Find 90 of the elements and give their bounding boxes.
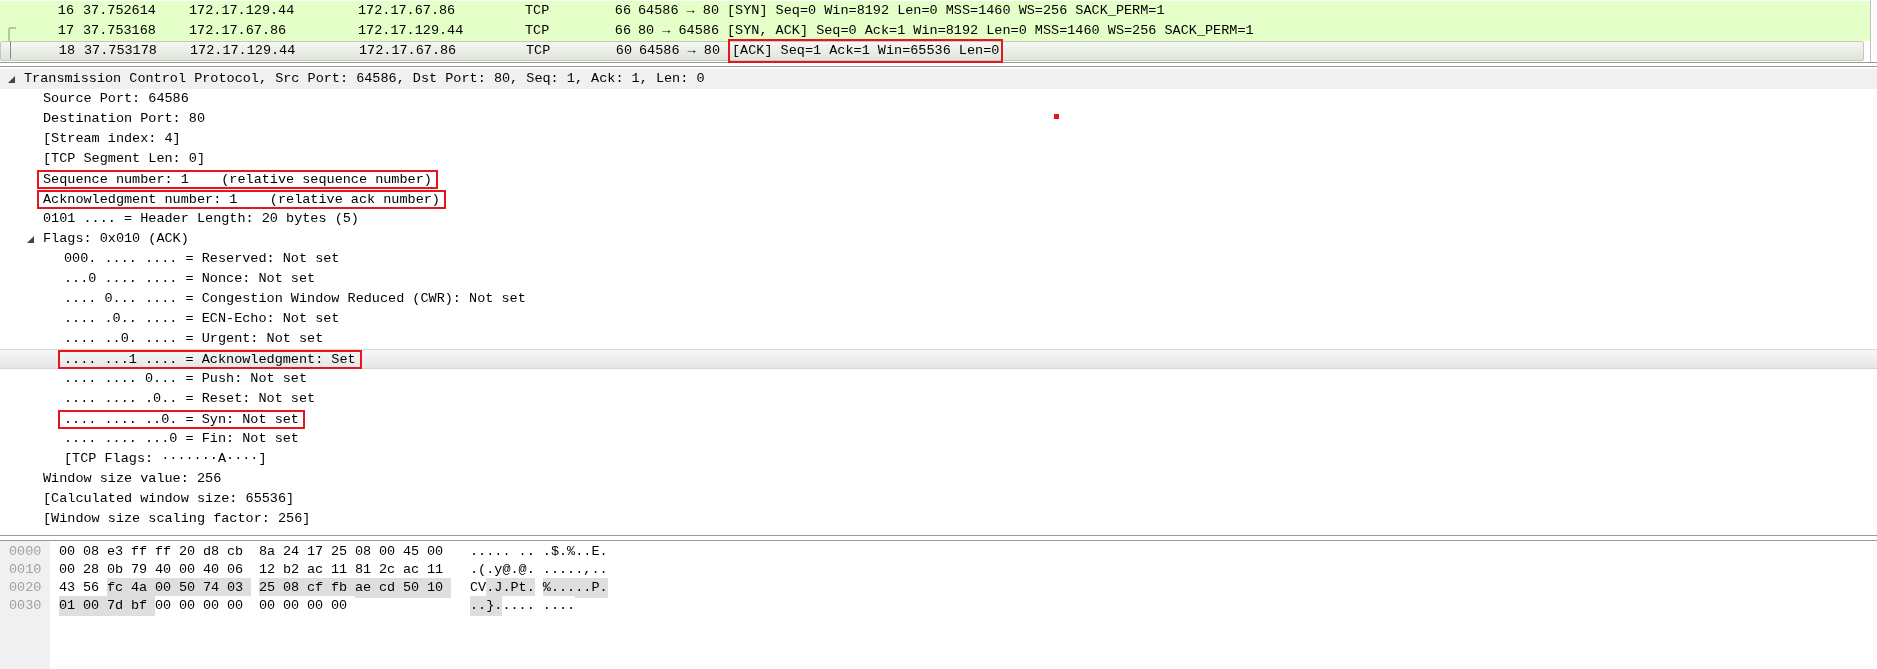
packet-destination: 172.17.67.86 <box>358 1 457 20</box>
tree-row-text: .... .... ...0 = Fin: Not set <box>64 429 299 448</box>
packet-destination: 172.17.129.44 <box>358 21 465 40</box>
hex-byte[interactable]: 7d <box>107 595 131 617</box>
packet-source: 172.17.67.86 <box>189 21 288 40</box>
tree-row-text: .... .... 0... = Push: Not set <box>64 369 308 388</box>
ascii-text[interactable]: ..}. <box>470 595 503 617</box>
expanded-triangle-icon[interactable] <box>8 75 15 83</box>
packet-length: 60 <box>614 41 632 60</box>
tree-row[interactable]: 000. .... .... = Reserved: Not set <box>0 249 1877 269</box>
hex-offset: 0030 <box>8 596 43 615</box>
packet-protocol: TCP <box>525 21 551 40</box>
expanded-triangle-icon[interactable] <box>27 235 34 243</box>
packet-info-ports: 64586 → 80 <box>638 1 719 20</box>
tree-row-text: Acknowledgment number: 1 (relative ack number) <box>37 189 446 209</box>
packet-info-ports: 64586 → 80 <box>639 41 720 60</box>
tree-row-text: .... ..0. .... = Urgent: Not set <box>64 329 324 348</box>
hex-offset: 0010 <box>8 560 43 579</box>
tree-row-text: ...0 .... .... = Nonce: Not set <box>64 269 316 288</box>
tree-row-text: [Calculated window size: 65536] <box>43 489 295 508</box>
tree-row[interactable]: Flags: 0x010 (ACK) <box>0 229 1877 249</box>
tree-row-text: Transmission Control Protocol, Src Port: 64586, Dst Port: 80, Seq: 1, Ack: 1, Len: 0 <box>24 69 705 88</box>
tree-row[interactable]: 0101 .... = Header Length: 20 bytes (5) <box>0 209 1877 229</box>
tree-row-text: [Window size scaling factor: 256] <box>43 509 311 528</box>
packet-time: 37.753168 <box>83 21 157 40</box>
hex-byte[interactable]: 00 <box>83 595 107 617</box>
packet-info-ports: 80 → 64586 <box>638 21 719 40</box>
tree-row[interactable]: [Window size scaling factor: 256] <box>0 509 1877 529</box>
tree-row-text: Sequence number: 1 (relative sequence number) <box>37 169 438 189</box>
hex-byte[interactable]: cd <box>379 577 403 599</box>
tree-row-text: .... .0.. .... = ECN-Echo: Not set <box>64 309 340 328</box>
packet-destination: 172.17.67.86 <box>359 41 458 60</box>
tree-row[interactable]: [Stream index: 4] <box>0 129 1877 149</box>
hex-byte[interactable]: 50 <box>403 577 427 599</box>
packet-source: 172.17.129.44 <box>190 41 297 60</box>
tree-row-text: Window size value: 256 <box>43 469 222 488</box>
hex-byte[interactable]: 01 <box>59 595 83 617</box>
tree-row[interactable]: Destination Port: 80 <box>0 109 1877 129</box>
tree-row[interactable]: Source Port: 64586 <box>0 89 1877 109</box>
packet-row[interactable]: 16 37.752614 172.17.129.44 172.17.67.86 TCP 66 64586 → 80 [SYN] Seq=0 Win=8192 Len=0 MSS=1460 WS=256 SACK_PERM=1 <box>0 1 1870 21</box>
tree-row[interactable]: [Calculated window size: 65536] <box>0 489 1877 509</box>
protocol-tree-header[interactable]: Transmission Control Protocol, Src Port: 64586, Dst Port: 80, Seq: 1, Ack: 1, Len: 0 <box>0 69 1877 89</box>
packet-row[interactable]: 17 37.753168 172.17.67.86 172.17.129.44 TCP 66 80 → 64586 [SYN, ACK] Seq=0 Ack=1 Win=8192 Len=0 MSS=1460 WS=256 SACK_PERM=1 <box>0 21 1870 41</box>
tree-row-text: [Stream index: 4] <box>43 129 181 148</box>
conversation-line-icon <box>10 41 14 59</box>
tree-row-text: [TCP Segment Len: 0] <box>43 149 206 168</box>
packet-row[interactable]: 18 37.753178 172.17.129.44 172.17.67.86 TCP 60 64586 → 80 [ACK] Seq=1 Ack=1 Win=65536 Len=0 <box>0 41 1864 61</box>
tree-row-text: Destination Port: 80 <box>43 109 206 128</box>
hex-offset: 0020 <box>8 578 43 597</box>
tree-row-text: .... 0... .... = Congestion Window Reduced (CWR): Not set <box>64 289 526 308</box>
packet-time: 37.753178 <box>84 41 158 60</box>
tree-row[interactable]: .... 0... .... = Congestion Window Reduced (CWR): Not set <box>0 289 1877 309</box>
tree-row-text: .... .... .0.. = Reset: Not set <box>64 389 316 408</box>
tree-row[interactable]: .... .... 0... = Push: Not set <box>0 369 1877 389</box>
tree-row[interactable]: .... .... .0.. = Reset: Not set <box>0 389 1877 409</box>
packet-length: 66 <box>613 21 631 40</box>
packet-time: 37.752614 <box>83 1 157 20</box>
packet-number: 17 <box>56 21 74 40</box>
tree-row-text: 0101 .... = Header Length: 20 bytes (5) <box>43 209 359 228</box>
packet-number: 18 <box>57 41 75 60</box>
tree-row-text: Source Port: 64586 <box>43 89 189 108</box>
tree-row[interactable]: .... ..0. .... = Urgent: Not set <box>0 329 1877 349</box>
packet-source: 172.17.129.44 <box>189 1 296 20</box>
hex-byte[interactable]: bf <box>131 595 155 617</box>
tree-row[interactable]: Window size value: 256 <box>0 469 1877 489</box>
tree-row-text: Flags: 0x010 (ACK) <box>43 229 189 248</box>
packet-number: 16 <box>56 1 74 20</box>
tree-row[interactable]: [TCP Segment Len: 0] <box>0 149 1877 169</box>
tree-row[interactable]: .... .0.. .... = ECN-Echo: Not set <box>0 309 1877 329</box>
tree-row-text: .... ...1 .... = Acknowledgment: Set <box>58 349 362 369</box>
packet-info-flags: [SYN] Seq=0 Win=8192 Len=0 MSS=1460 WS=256 SACK_PERM=1 <box>727 1 1165 20</box>
tree-row[interactable]: .... .... ..0. = Syn: Not set <box>0 409 1877 429</box>
tree-row[interactable]: Acknowledgment number: 1 (relative ack number) <box>0 189 1877 209</box>
tree-row[interactable]: [TCP Flags: ·······A····] <box>0 449 1877 469</box>
hex-offset: 0000 <box>8 542 43 561</box>
hex-byte[interactable]: ae <box>355 577 379 599</box>
tree-row[interactable]: .... .... ...0 = Fin: Not set <box>0 429 1877 449</box>
tree-row[interactable]: .... ...1 .... = Acknowledgment: Set <box>0 349 1877 369</box>
packet-protocol: TCP <box>526 41 552 60</box>
packet-info-flags: [ACK] Seq=1 Ack=1 Win=65536 Len=0 <box>728 38 1004 64</box>
tree-row[interactable]: Sequence number: 1 (relative sequence number) <box>0 169 1877 189</box>
tree-row-text: .... .... ..0. = Syn: Not set <box>58 409 305 429</box>
tree-row[interactable]: ...0 .... .... = Nonce: Not set <box>0 269 1877 289</box>
hex-byte[interactable]: 10 <box>427 577 451 599</box>
packet-length: 66 <box>613 1 631 20</box>
conversation-start-icon <box>5 27 17 41</box>
packet-protocol: TCP <box>525 1 551 20</box>
tree-row-text: 000. .... .... = Reserved: Not set <box>64 249 340 268</box>
tree-row-text: [TCP Flags: ·······A····] <box>64 449 267 468</box>
packet-info-flags: [SYN, ACK] Seq=0 Ack=1 Win=8192 Len=0 MSS=1460 WS=256 SACK_PERM=1 <box>727 21 1254 40</box>
